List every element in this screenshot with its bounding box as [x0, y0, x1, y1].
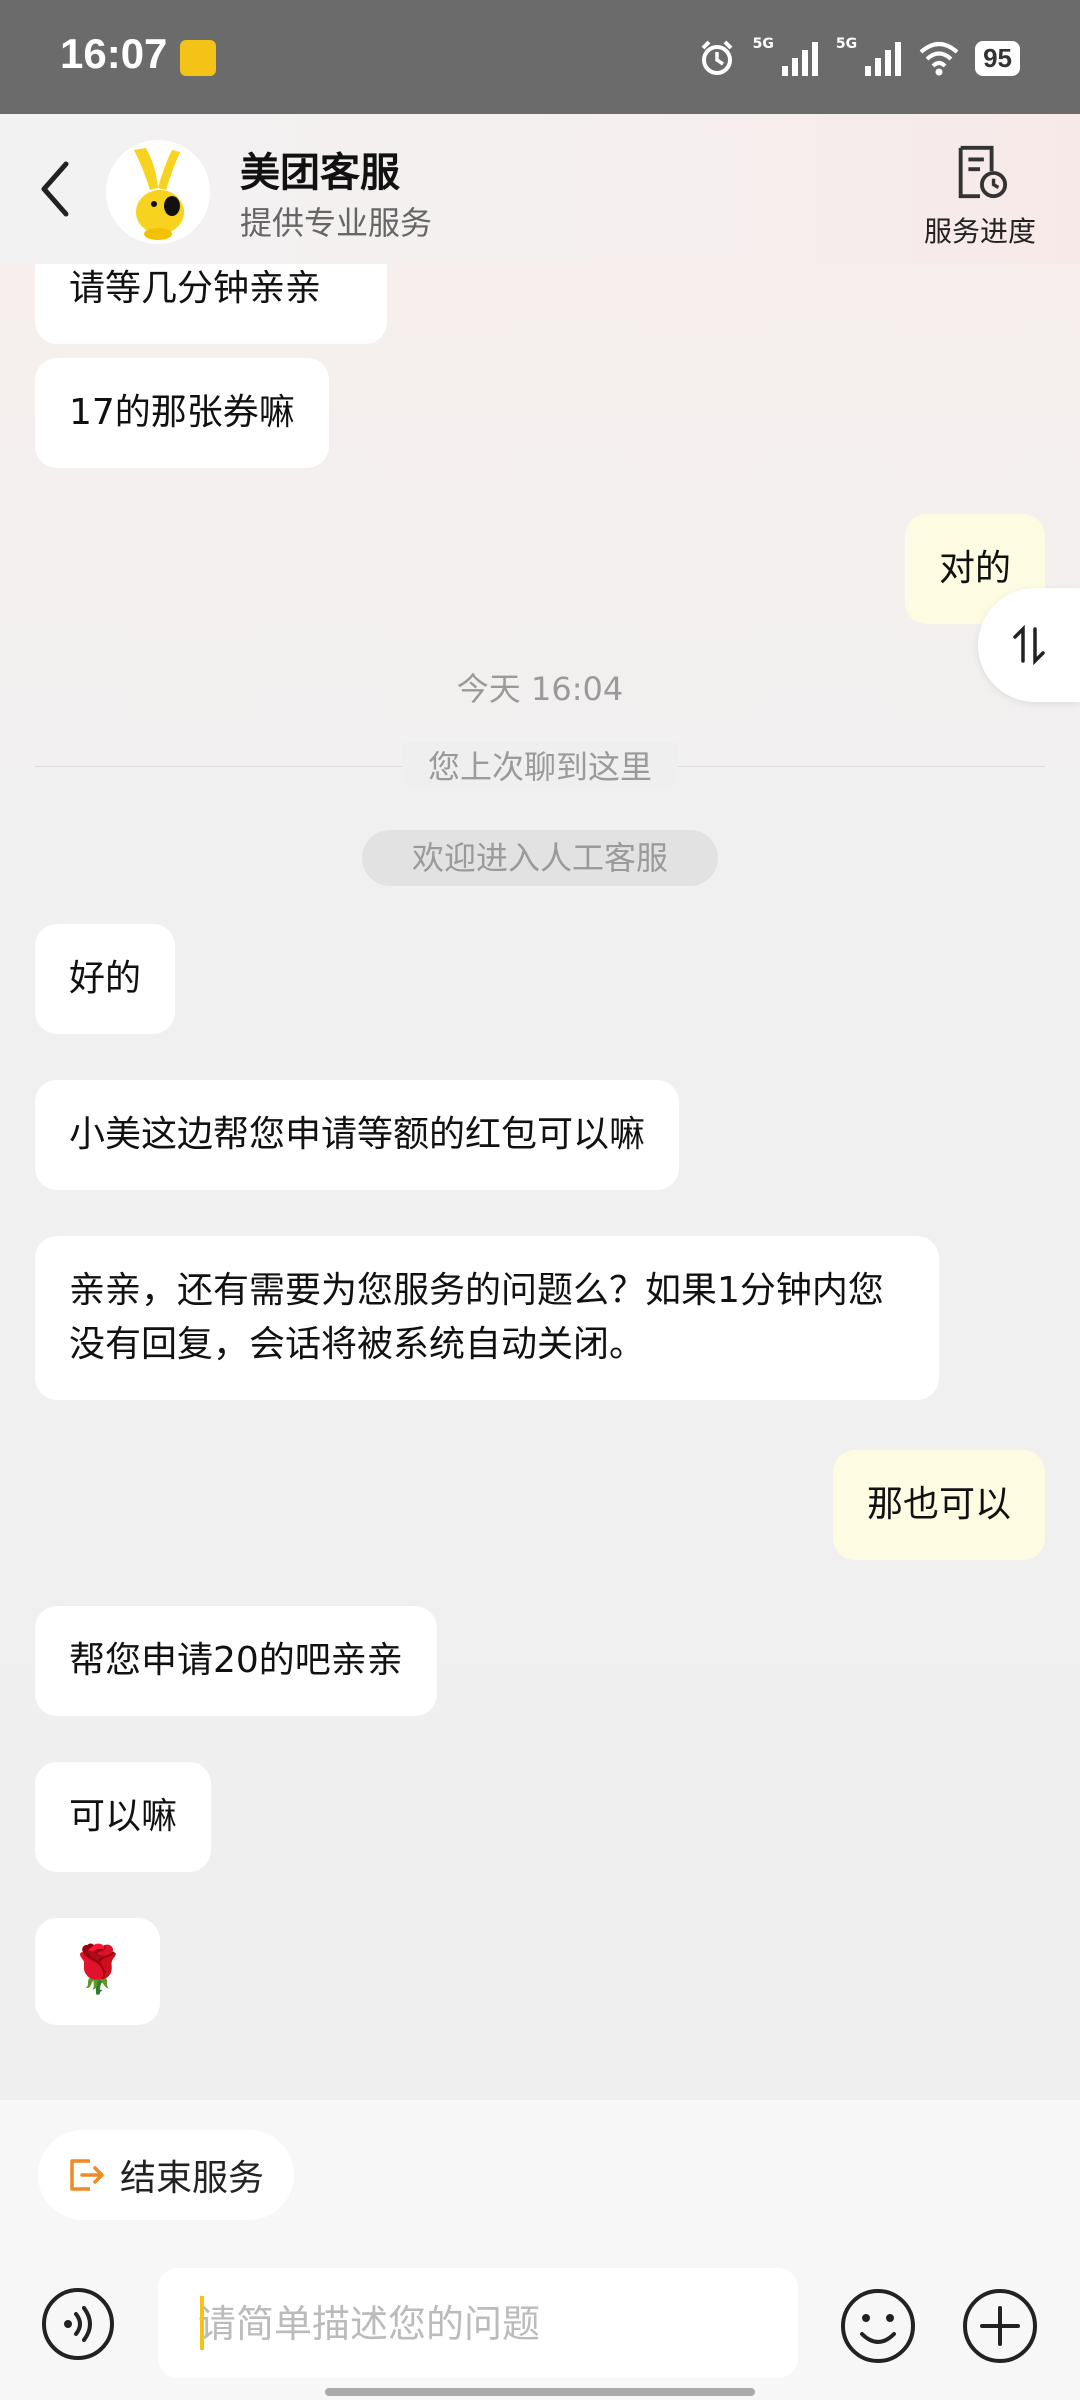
message-bubble[interactable]: 亲亲，还有需要为您服务的问题么？如果1分钟内您没有回复，会话将被系统自动关闭。: [35, 1236, 939, 1400]
alarm-icon: [701, 40, 733, 75]
message-text: 请等几分钟亲亲: [69, 268, 322, 309]
message-text: 对的: [938, 548, 1011, 589]
end-service-button[interactable]: 结束服务: [38, 2130, 294, 2220]
home-indicator[interactable]: [325, 2388, 755, 2396]
service-progress-label: 服务进度: [923, 215, 1036, 248]
message-text: 17的那张券嘛: [69, 392, 295, 433]
network-label-2: 5G: [835, 36, 858, 52]
status-bar: 16:07 5G 5G 95: [0, 0, 1080, 114]
history-divider-label: 您上次聊到这里: [401, 742, 679, 788]
voice-input-icon[interactable]: [40, 2286, 116, 2362]
signal-icon: [781, 42, 818, 76]
chat-header: 美团客服 提供专业服务 服务进度: [0, 114, 1080, 264]
message-bubble[interactable]: 17的那张券嘛: [35, 358, 329, 468]
message-bubble[interactable]: 小美这边帮您申请等额的红包可以嘛: [35, 1080, 680, 1190]
message-bubble[interactable]: 帮您申请20的吧亲亲: [35, 1606, 437, 1716]
document-clock-icon: [958, 145, 1008, 199]
message-text: 小美这边帮您申请等额的红包可以嘛: [69, 1114, 646, 1155]
timestamp: 今天 16:04: [456, 670, 624, 708]
history-divider: 您上次聊到这里: [35, 742, 1045, 788]
message-bubble[interactable]: 好的: [35, 924, 176, 1034]
message-bubble[interactable]: 🌹: [35, 1918, 161, 2025]
page-subtitle: 提供专业服务: [240, 204, 433, 242]
status-icons: 5G 5G 95: [697, 34, 1020, 82]
app-notification-icon: [180, 40, 216, 76]
wifi-icon: [919, 42, 959, 76]
status-time: 16:07: [60, 30, 168, 77]
message-text: 那也可以: [866, 1484, 1011, 1525]
emoji-icon[interactable]: [838, 2286, 918, 2366]
exit-icon: [70, 2159, 104, 2191]
page-title: 美团客服: [240, 150, 400, 196]
message-bubble[interactable]: 可以嘛: [35, 1762, 212, 1872]
plus-icon[interactable]: [960, 2286, 1040, 2366]
message-input[interactable]: [158, 2268, 760, 2380]
rose-emoji: 🌹: [69, 1942, 127, 1996]
message-text: 帮您申请20的吧亲亲: [69, 1640, 403, 1681]
composer-area: 结束服务: [0, 2100, 1080, 2400]
message-input-container[interactable]: [158, 2268, 798, 2380]
service-progress-button[interactable]: 服务进度: [920, 144, 1040, 250]
mascot-icon: [134, 148, 184, 240]
swap-arrows-icon: [1013, 625, 1045, 665]
message-text: 亲亲，还有需要为您服务的问题么？如果1分钟内您没有回复，会话将被系统自动关闭。: [69, 1270, 884, 1365]
signal-icon: [865, 42, 902, 76]
message-text: 好的: [69, 958, 142, 999]
own-message-bubble[interactable]: 那也可以: [832, 1450, 1045, 1560]
network-label-1: 5G: [752, 36, 774, 52]
end-service-label: 结束服务: [120, 2158, 265, 2199]
chat-messages[interactable]: 请等几分钟亲亲 17的那张券嘛 对的 今天 16:04 您上次聊到这里 欢迎进入…: [0, 264, 1080, 2100]
message-bubble[interactable]: 请等几分钟亲亲: [35, 264, 387, 344]
text-caret: [200, 2296, 204, 2350]
battery-level: 95: [975, 40, 1020, 76]
system-notice: 欢迎进入人工客服: [362, 830, 718, 886]
back-arrow-icon[interactable]: [30, 154, 80, 224]
avatar[interactable]: [106, 140, 210, 244]
message-text: 可以嘛: [69, 1796, 178, 1837]
